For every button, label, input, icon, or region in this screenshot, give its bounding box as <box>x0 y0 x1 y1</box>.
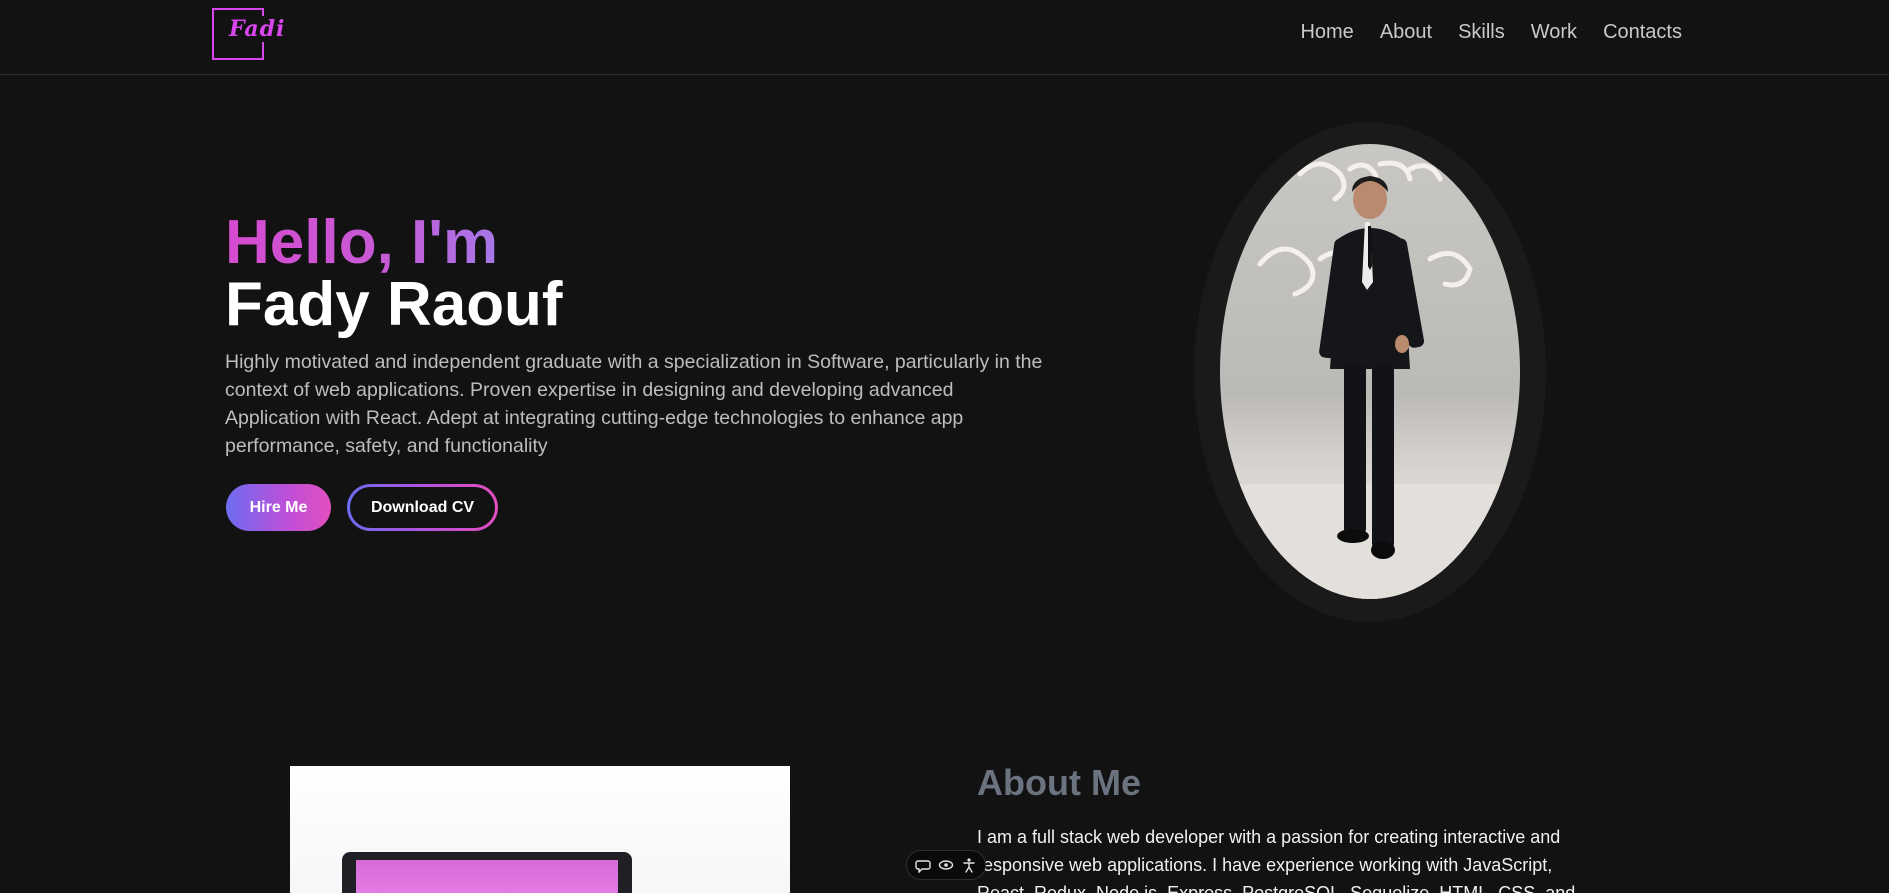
about-image <box>290 766 790 893</box>
chat-icon[interactable] <box>914 857 931 873</box>
download-cv-border[interactable]: Download CV <box>347 484 498 531</box>
hero-description: Highly motivated and independent graduat… <box>225 351 1043 457</box>
portfolio-page: Fadi Home About Skills Work Contacts Hel… <box>0 0 1889 893</box>
laptop-graphic <box>342 852 632 893</box>
laptop-screen <box>356 860 618 893</box>
nav-work[interactable]: Work <box>1531 21 1577 44</box>
accessibility-icon[interactable] <box>961 857 977 873</box>
nav-about[interactable]: About <box>1380 21 1432 44</box>
download-cv-button[interactable]: Download CV <box>350 487 495 528</box>
profile-photo-illustration <box>1220 160 1520 599</box>
floating-toolbar <box>906 850 986 880</box>
nav-home[interactable]: Home <box>1300 21 1353 44</box>
hero-name: Fady Raouf <box>225 270 563 339</box>
nav-skills[interactable]: Skills <box>1458 21 1505 44</box>
logo[interactable]: Fadi <box>227 16 288 42</box>
about-text: I am a full stack web developer with a p… <box>977 827 1576 893</box>
nav-contacts[interactable]: Contacts <box>1603 21 1682 44</box>
main-nav: Home About Skills Work Contacts <box>1300 21 1682 44</box>
hire-me-button[interactable]: Hire Me <box>226 484 331 531</box>
profile-photo <box>1220 144 1520 599</box>
site-header: Fadi Home About Skills Work Contacts <box>0 0 1889 75</box>
eye-icon[interactable] <box>938 857 954 873</box>
about-title: About Me <box>977 762 1141 803</box>
hero-greeting: Hello, I'm <box>225 208 499 277</box>
